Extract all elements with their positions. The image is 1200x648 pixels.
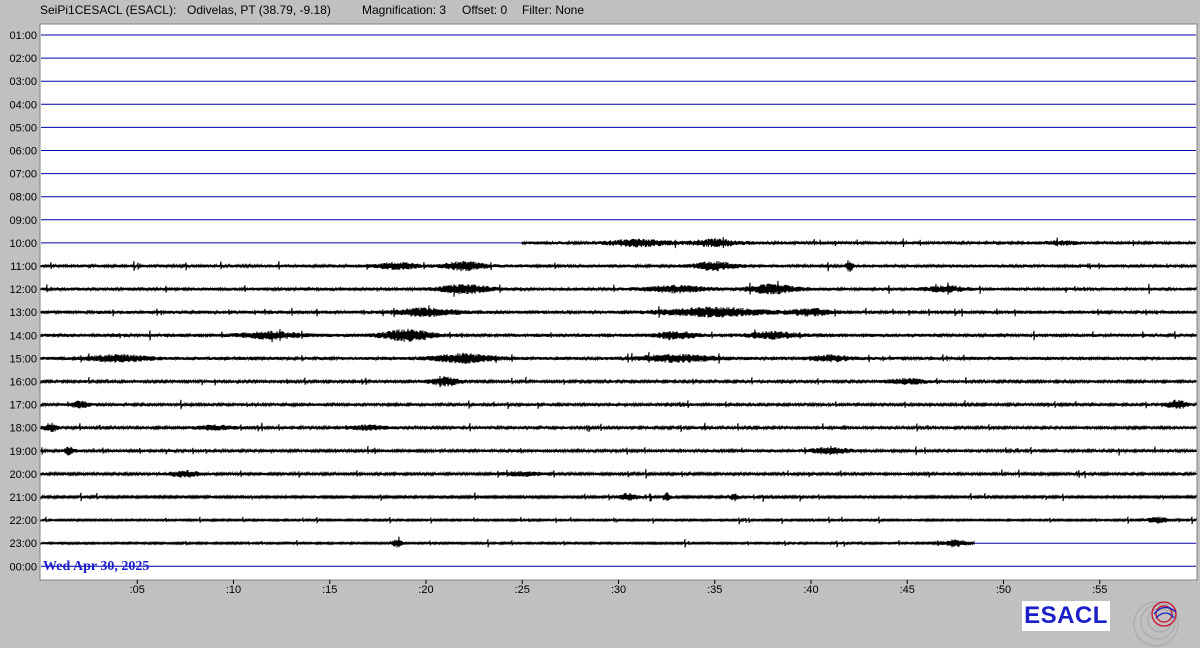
minute-tick-label: :50 [996,584,1011,596]
hour-label: 20:00 [9,469,37,481]
hour-label: 04:00 [9,99,37,111]
hour-label: 15:00 [9,353,37,365]
hour-label: 10:00 [9,238,37,250]
hour-label: 00:00 [9,561,37,573]
hour-label: 16:00 [9,377,37,389]
hour-label: 12:00 [9,284,37,296]
minute-tick-label: :30 [611,584,626,596]
seismogram-chart: 01:00 02:00 03:00 04:00 05:00 06:00 07:00 08:00… [9,23,1198,596]
minute-tick-label: :40 [803,584,818,596]
hour-label: 06:00 [9,146,37,158]
hour-label: 02:00 [9,53,37,65]
minute-tick-label: :05 [130,584,145,596]
hour-label: 09:00 [9,215,37,227]
minute-tick-label: :45 [900,584,915,596]
hour-label: 11:00 [10,261,37,273]
minute-tick-label: :10 [226,584,241,596]
hour-label: 03:00 [9,76,37,88]
logo-text: ESACL [1024,602,1108,629]
hour-label: 23:00 [9,538,37,550]
esacl-logo: ESACL [1022,601,1110,631]
minute-tick-label: :15 [322,584,337,596]
seal-icon [1133,601,1179,647]
hour-label: 21:00 [9,492,37,504]
date-label: Wed Apr 30, 2025 [43,559,149,574]
hour-label: 17:00 [9,400,37,412]
minute-tick-label: :55 [1092,584,1107,596]
hour-label: 19:00 [9,446,37,458]
hour-label: 05:00 [9,122,37,134]
hour-label: 13:00 [9,307,37,319]
hour-label: 01:00 [9,30,37,42]
hour-label: 14:00 [9,330,37,342]
minute-tick-label: :35 [707,584,722,596]
minute-tick-label: :25 [515,584,530,596]
hour-labels: 01:00 02:00 03:00 04:00 05:00 06:00 07:00 08:00… [9,30,37,573]
hour-label: 22:00 [9,515,37,527]
hour-label: 18:00 [9,423,37,435]
hour-label: 08:00 [9,192,37,204]
hour-label: 07:00 [9,169,37,181]
minute-ticks: :05 :10 :15 :20 :25 :30 :35 :40 :45 :50 :55 [130,580,1107,596]
minute-tick-label: :20 [418,584,433,596]
